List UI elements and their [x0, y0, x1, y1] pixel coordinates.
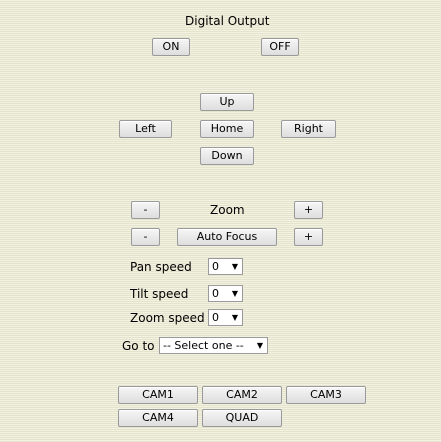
goto-select[interactable]: -- Select one -- ▼	[159, 337, 268, 354]
pan-speed-select[interactable]: 0 ▼	[208, 258, 243, 275]
home-button[interactable]: Home	[200, 120, 254, 138]
cam3-button[interactable]: CAM3	[286, 386, 366, 404]
digital-output-title: Digital Output	[185, 14, 270, 28]
chevron-down-icon: ▼	[231, 262, 238, 271]
cam2-button[interactable]: CAM2	[202, 386, 282, 404]
chevron-down-icon: ▼	[231, 313, 238, 322]
tilt-speed-value: 0	[212, 287, 219, 300]
goto-label: Go to	[122, 339, 155, 353]
zoom-in-button[interactable]: +	[294, 201, 323, 219]
right-button[interactable]: Right	[281, 120, 336, 138]
focus-minus-button[interactable]: -	[131, 228, 160, 246]
pan-speed-label: Pan speed	[130, 260, 192, 274]
goto-value: -- Select one --	[163, 339, 244, 352]
cam1-button[interactable]: CAM1	[118, 386, 198, 404]
tilt-speed-select[interactable]: 0 ▼	[208, 285, 243, 302]
quad-button[interactable]: QUAD	[202, 409, 282, 427]
left-button[interactable]: Left	[119, 120, 172, 138]
tilt-speed-label: Tilt speed	[130, 287, 189, 301]
zoom-speed-label: Zoom speed	[130, 311, 205, 325]
chevron-down-icon: ▼	[231, 289, 238, 298]
zoom-speed-value: 0	[212, 311, 219, 324]
zoom-speed-select[interactable]: 0 ▼	[208, 309, 243, 326]
on-button[interactable]: ON	[152, 38, 190, 56]
auto-focus-button[interactable]: Auto Focus	[177, 228, 277, 246]
up-button[interactable]: Up	[200, 93, 254, 111]
cam4-button[interactable]: CAM4	[118, 409, 198, 427]
zoom-out-button[interactable]: -	[131, 201, 160, 219]
pan-speed-value: 0	[212, 260, 219, 273]
down-button[interactable]: Down	[200, 147, 254, 165]
off-button[interactable]: OFF	[261, 38, 299, 56]
chevron-down-icon: ▼	[256, 341, 263, 350]
zoom-label: Zoom	[210, 203, 245, 217]
focus-plus-button[interactable]: +	[294, 228, 323, 246]
